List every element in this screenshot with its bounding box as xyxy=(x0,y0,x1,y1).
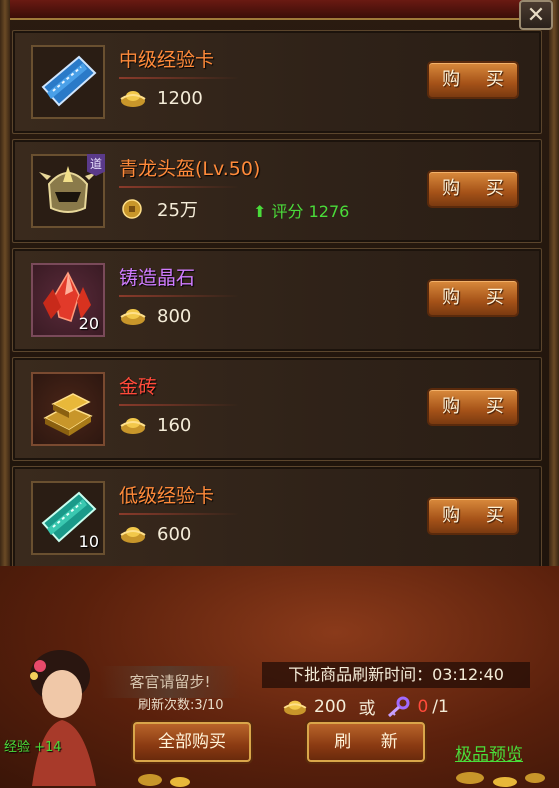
shop-item-row: 中级经验卡 1200 购 买 xyxy=(12,30,542,134)
buy-button[interactable]: 购 买 xyxy=(427,170,519,208)
buy-button[interactable]: 购 买 xyxy=(427,61,519,99)
gold-ingot-icon xyxy=(120,527,146,543)
key-need-count: /1 xyxy=(432,696,449,717)
name-underline xyxy=(119,404,239,406)
gold-brick-icon[interactable] xyxy=(31,372,105,446)
refresh-cost-value: 200 xyxy=(314,696,347,717)
item-name: 低级经验卡 xyxy=(119,485,215,507)
item-name: 青龙头盔(Lv.50) xyxy=(119,158,261,180)
class-tag: 道 xyxy=(87,154,105,176)
name-underline xyxy=(119,186,239,188)
refresh-button[interactable]: 刷 新 xyxy=(307,722,425,762)
item-name: 金砖 xyxy=(119,376,158,398)
panel-top-border xyxy=(0,0,559,20)
gold-ingot-icon xyxy=(120,309,146,325)
item-name: 铸造晶石 xyxy=(119,267,196,289)
arrow-up-icon: ⬆ xyxy=(253,202,267,221)
shop-item-row: 金砖 160 购 买 xyxy=(12,357,542,461)
refresh-count: 刷新次数:3/10 xyxy=(138,698,224,713)
refresh-cost: 200 或 0 /1 xyxy=(282,694,449,719)
exp-gain-label: 经验 +14 xyxy=(4,740,62,755)
shop-item-row: 道 青龙头盔(Lv.50) 25万 ⬆ 评分 1276 购 买 xyxy=(12,139,542,243)
shop-item-row: 20 铸造晶石 800 购 买 xyxy=(12,248,542,352)
refresh-key-icon xyxy=(388,696,410,717)
item-count: 20 xyxy=(78,314,99,333)
item-price: 600 xyxy=(119,523,191,545)
buy-button[interactable]: 购 买 xyxy=(427,279,519,317)
item-name: 中级经验卡 xyxy=(119,49,215,71)
refresh-timer: 下批商品刷新时间：03:12:40 xyxy=(262,662,530,688)
npc-merchant-portrait xyxy=(30,650,96,786)
item-price: 1200 xyxy=(119,87,203,109)
name-underline xyxy=(119,513,239,515)
item-price: 25万 xyxy=(119,196,198,222)
green-exp-card-icon[interactable]: 10 xyxy=(31,481,105,555)
gold-coins-decoration xyxy=(138,772,545,787)
item-price: 160 xyxy=(119,414,191,436)
key-have-count: 0 xyxy=(417,696,429,717)
buy-button[interactable]: 购 买 xyxy=(427,497,519,535)
item-count: 10 xyxy=(78,532,99,551)
name-underline xyxy=(119,77,239,79)
blue-exp-card-icon[interactable] xyxy=(31,45,105,119)
item-price-value: 160 xyxy=(157,414,192,436)
gold-ingot-icon xyxy=(120,91,146,107)
red-crystal-icon[interactable]: 20 xyxy=(31,263,105,337)
shop-item-list: 中级经验卡 1200 购 买 道 青龙头盔(Lv.50) 25万 ⬆ 评分 12… xyxy=(12,30,542,575)
copper-coin-icon xyxy=(122,199,142,219)
buy-button[interactable]: 购 买 xyxy=(427,388,519,426)
item-price-value: 600 xyxy=(157,523,192,545)
name-underline xyxy=(119,295,239,297)
item-price-value: 1200 xyxy=(157,87,203,109)
or-label: 或 xyxy=(358,699,376,719)
buy-all-button[interactable]: 全部购买 xyxy=(133,722,251,762)
item-price-value: 800 xyxy=(157,305,192,327)
gold-ingot-icon xyxy=(283,700,307,715)
item-score-value: 评分 1276 xyxy=(271,202,350,221)
gold-ingot-icon xyxy=(120,418,146,434)
close-button[interactable]: ✕ xyxy=(519,0,553,30)
shop-item-row: 10 低级经验卡 600 购 买 xyxy=(12,466,542,570)
item-price: 800 xyxy=(119,305,191,327)
item-price-value: 25万 xyxy=(157,200,198,221)
dragon-helmet-icon[interactable]: 道 xyxy=(31,154,105,228)
close-icon: ✕ xyxy=(526,3,546,28)
item-score: ⬆ 评分 1276 xyxy=(253,198,349,222)
